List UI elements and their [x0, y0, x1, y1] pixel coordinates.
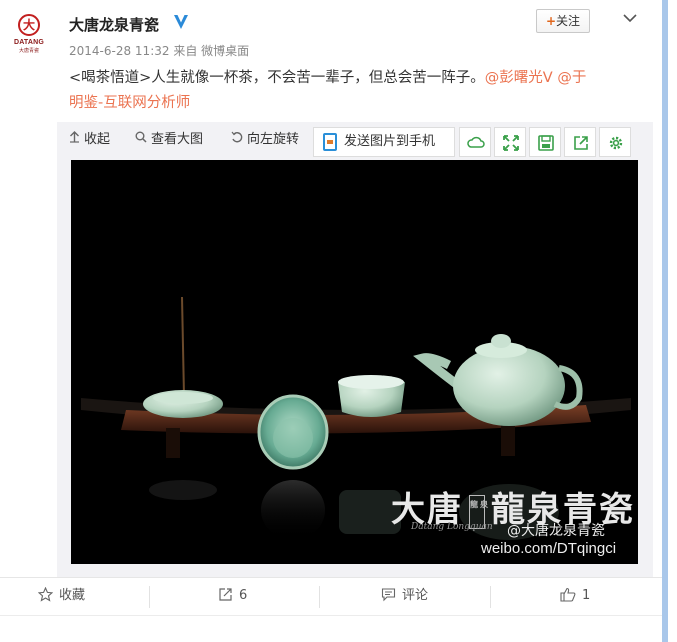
source-prefix: 来自 [173, 44, 198, 58]
thumbs-up-icon [560, 587, 576, 602]
divider [149, 586, 150, 608]
fullscreen-button[interactable] [494, 127, 526, 157]
post-meta: 2014-6-28 11:32 来自 微博桌面 [69, 42, 249, 59]
arrow-up-icon [69, 122, 80, 158]
like-button[interactable]: 1 [560, 578, 590, 616]
post-actions-bar: 收藏 6 评论 1 [0, 577, 662, 615]
gear-icon [609, 136, 623, 150]
author-name[interactable]: 大唐龙泉青瓷 [69, 14, 159, 35]
floppy-save-icon [538, 135, 554, 151]
brand-logo-en: DATANG [13, 39, 45, 46]
repost-count: 6 [239, 588, 248, 603]
phone-icon [323, 133, 337, 151]
post-source[interactable]: 微博桌面 [201, 44, 249, 58]
collapse-button[interactable]: 收起 [69, 122, 110, 158]
cloud-save-button[interactable] [459, 127, 491, 157]
rotate-left-icon [231, 122, 243, 158]
view-large-label: 查看大图 [151, 132, 204, 147]
watermark-url: weibo.com/DTqingci [481, 540, 617, 557]
expand-icon [503, 135, 519, 151]
brand-logo-cn: 大唐青瓷 [18, 48, 39, 54]
star-icon [37, 586, 54, 602]
rotate-left-button[interactable]: 向左旋转 [231, 122, 299, 158]
cloud-icon [467, 136, 485, 148]
view-large-button[interactable]: 查看大图 [135, 122, 203, 158]
follow-button[interactable]: +关注 [536, 9, 590, 33]
divider [490, 586, 491, 608]
post-text: <喝茶悟道>人生就像一杯茶，不会苦一辈子，但总会苦一阵子。@彭曙光V @于 明鉴… [69, 66, 639, 116]
watermark-handle: @大唐龙泉青瓷 [507, 523, 605, 539]
media-panel: 收起 查看大图 向左旋转 发送图片到手机 大唐 龍泉龍泉青瓷 Datang Lo… [57, 122, 653, 577]
repost-button[interactable]: 6 [218, 578, 247, 616]
save-image-button[interactable] [529, 127, 561, 157]
like-count: 1 [582, 588, 591, 603]
comment-label: 评论 [402, 588, 429, 603]
divider [319, 586, 320, 608]
post-date[interactable]: 2014-6-28 11:32 [69, 44, 170, 58]
brand-seal-logo: 大 [18, 14, 40, 36]
comment-icon [381, 588, 396, 602]
post-body: <喝茶悟道>人生就像一杯茶，不会苦一辈子，但总会苦一阵子。 [69, 70, 485, 86]
favorite-label: 收藏 [59, 588, 86, 603]
favorite-button[interactable]: 收藏 [37, 578, 86, 616]
share-button[interactable] [564, 127, 596, 157]
plus-icon: + [545, 14, 557, 28]
send-to-phone-button[interactable]: 发送图片到手机 [313, 127, 455, 157]
watermark-script: Datang Longquan [411, 522, 493, 532]
window-scroll-edge[interactable] [662, 0, 668, 642]
repost-icon [219, 588, 232, 601]
collapse-label: 收起 [84, 132, 111, 147]
send-to-phone-label: 发送图片到手机 [344, 134, 436, 149]
magnifier-icon [135, 122, 147, 158]
chevron-down-icon[interactable] [622, 10, 638, 26]
share-icon [574, 136, 588, 150]
follow-label: 关注 [556, 14, 581, 28]
mention-link[interactable]: @于 [557, 70, 586, 86]
author-avatar[interactable]: 大 DATANG 大唐青瓷 [12, 14, 46, 64]
verified-icon [174, 15, 188, 29]
settings-button[interactable] [599, 127, 631, 157]
mention-link[interactable]: 明鉴-互联网分析师 [69, 95, 190, 111]
weibo-post-card: 大 DATANG 大唐青瓷 大唐龙泉青瓷 2014-6-28 11:32 来自 … [0, 0, 662, 642]
comment-button[interactable]: 评论 [381, 578, 428, 616]
mention-link[interactable]: @彭曙光V [485, 70, 553, 86]
rotate-left-label: 向左旋转 [247, 132, 300, 147]
bottom-divider [0, 615, 662, 616]
post-image[interactable]: 大唐 龍泉龍泉青瓷 Datang Longquan @大唐龙泉青瓷 weibo.c… [71, 160, 638, 564]
